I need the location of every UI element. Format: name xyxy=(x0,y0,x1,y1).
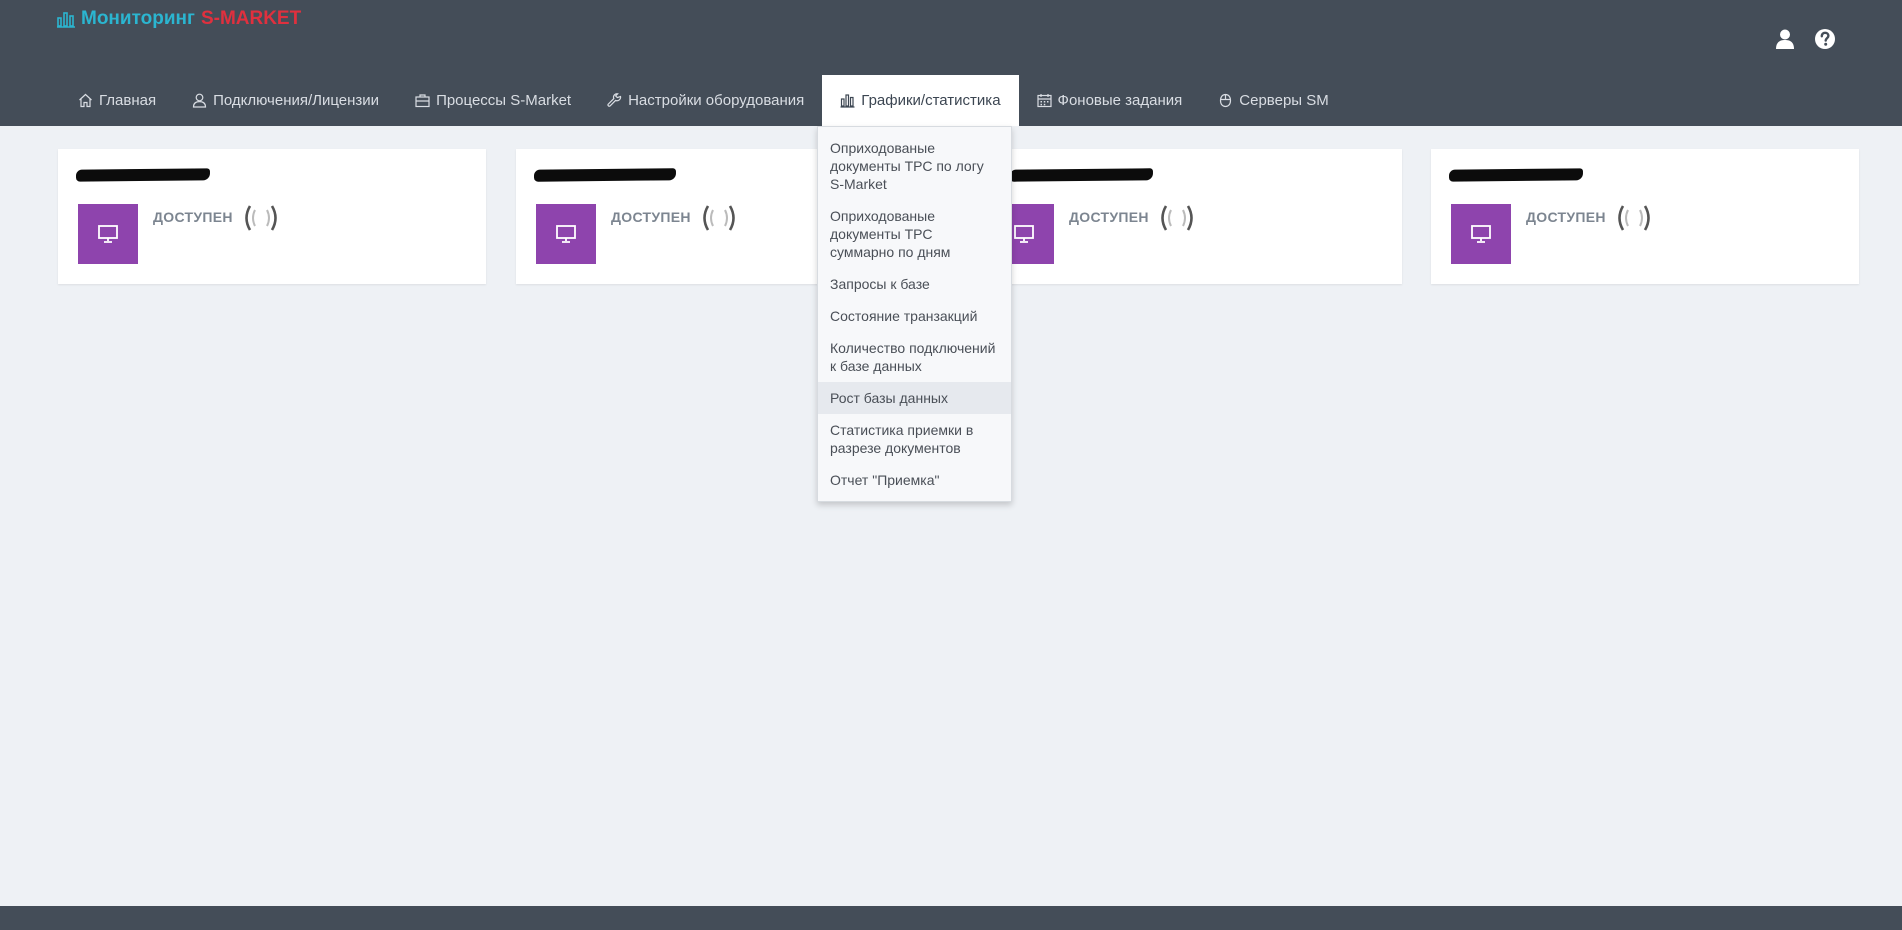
nav-equipment-label: Настройки оборудования xyxy=(628,92,805,109)
signal-icon xyxy=(1618,205,1650,231)
nav-connections[interactable]: Подключения/Лицензии xyxy=(174,75,397,126)
monitor-icon xyxy=(1471,225,1491,243)
bar-chart-icon xyxy=(840,94,855,108)
redacted-server-name xyxy=(533,168,677,182)
nav-processes-label: Процессы S-Market xyxy=(436,92,572,109)
mouse-icon xyxy=(1220,93,1232,108)
redacted-server-name xyxy=(1009,168,1154,182)
signal-icon xyxy=(245,205,277,231)
status-label: ДОСТУПЕН xyxy=(611,209,691,225)
status-label: ДОСТУПЕН xyxy=(153,209,233,225)
menu-item-db-growth[interactable]: Рост базы данных xyxy=(818,382,1011,414)
server-tile xyxy=(1451,204,1511,264)
server-tile xyxy=(536,204,596,264)
server-card[interactable]: ДОСТУПЕН xyxy=(974,149,1402,284)
menu-item-trs-docs-daily[interactable]: Оприходованые документы ТРС суммарно по … xyxy=(818,200,1011,268)
home-icon xyxy=(79,93,92,108)
status-label: ДОСТУПЕН xyxy=(1526,209,1606,225)
redacted-server-name xyxy=(1448,168,1584,182)
nav-home-label: Главная xyxy=(99,92,157,109)
redacted-server-name xyxy=(75,168,211,182)
main-nav: Главная Подключения/Лицензии Процессы S-… xyxy=(60,75,1347,126)
charts-dropdown-menu: Оприходованые документы ТРС по логу S-Ma… xyxy=(817,126,1012,502)
nav-equipment[interactable]: Настройки оборудования xyxy=(589,75,822,126)
bar-chart-logo-icon xyxy=(57,12,75,28)
monitor-icon xyxy=(98,225,118,243)
page-footer xyxy=(0,906,1902,930)
server-card[interactable]: ДОСТУПЕН xyxy=(1431,149,1859,284)
server-card[interactable]: ДОСТУПЕН xyxy=(58,149,486,284)
menu-item-transactions-state[interactable]: Состояние транзакций xyxy=(818,300,1011,332)
menu-item-trs-docs-by-log[interactable]: Оприходованые документы ТРС по логу S-Ma… xyxy=(818,132,1011,200)
nav-connections-label: Подключения/Лицензии xyxy=(213,92,380,109)
help-icon[interactable] xyxy=(1814,28,1836,50)
monitor-icon xyxy=(556,225,576,243)
menu-item-receiving-stats[interactable]: Статистика приемки в разрезе документов xyxy=(818,414,1011,464)
signal-icon xyxy=(703,205,735,231)
user-outline-icon xyxy=(192,93,207,108)
menu-item-db-connections-count[interactable]: Количество подключений к базе данных xyxy=(818,332,1011,382)
nav-servers-label: Серверы SM xyxy=(1239,92,1329,109)
brand-logo[interactable]: Мониторинг S-MARKET xyxy=(57,8,301,30)
menu-item-receiving-report[interactable]: Отчет "Приемка" xyxy=(818,464,1011,496)
signal-icon xyxy=(1161,205,1193,231)
brand-product: S-MARKET xyxy=(200,8,302,29)
nav-processes[interactable]: Процессы S-Market xyxy=(397,75,589,126)
nav-servers[interactable]: Серверы SM xyxy=(1200,75,1346,126)
briefcase-icon xyxy=(415,94,430,108)
brand-title: Мониторинг xyxy=(81,8,195,29)
nav-background-jobs[interactable]: Фоновые задания xyxy=(1019,75,1201,126)
monitor-icon xyxy=(1014,225,1034,243)
calendar-icon xyxy=(1036,94,1052,108)
menu-item-db-queries[interactable]: Запросы к базе xyxy=(818,268,1011,300)
top-header: Мониторинг S-MARKET Главная Подключения/… xyxy=(0,0,1902,126)
nav-home[interactable]: Главная xyxy=(60,75,174,126)
status-label: ДОСТУПЕН xyxy=(1069,209,1149,225)
nav-background-jobs-label: Фоновые задания xyxy=(1057,92,1183,109)
user-icon[interactable] xyxy=(1774,28,1796,50)
nav-charts-label: Графики/статистика xyxy=(861,92,1001,109)
wrench-icon xyxy=(607,93,622,107)
server-tile xyxy=(78,204,138,264)
nav-charts[interactable]: Графики/статистика xyxy=(822,75,1019,126)
